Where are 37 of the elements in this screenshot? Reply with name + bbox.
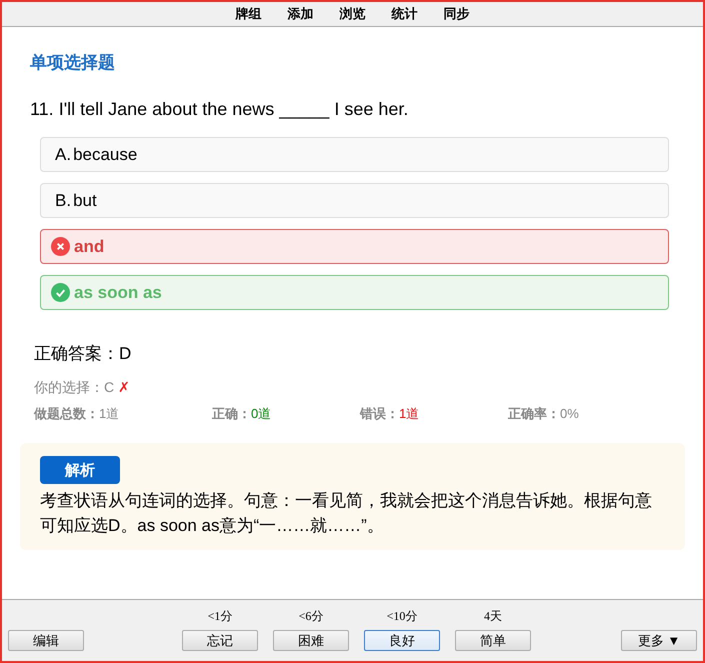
- ease-button[interactable]: 简单: [455, 630, 531, 651]
- your-choice: 你的选择：C: [34, 379, 114, 397]
- menu-item[interactable]: 牌组: [236, 5, 262, 23]
- ease-button[interactable]: 良好: [364, 630, 440, 651]
- option-text: but: [73, 190, 97, 210]
- ease-button[interactable]: 忘记: [182, 630, 258, 651]
- stat-text: 正确：0道: [212, 405, 272, 423]
- menu-item[interactable]: 浏览: [340, 5, 366, 23]
- correct-answer: 正确答案：D: [34, 343, 132, 365]
- interval-label: <10分: [386, 608, 418, 625]
- option-text: as soon as: [74, 282, 162, 302]
- edit-button[interactable]: 编辑: [8, 630, 84, 651]
- option-text: and: [74, 236, 104, 256]
- interval-label: <6分: [298, 608, 324, 625]
- interval-label: <1分: [208, 608, 232, 625]
- analysis-badge: 解析: [40, 456, 120, 484]
- stat-text: 正确率：0%: [508, 405, 580, 423]
- answer-option[interactable]: B.but: [40, 183, 669, 218]
- option-text: because: [73, 144, 138, 164]
- stat-text: 做题总数：1道: [34, 405, 120, 423]
- menu-item[interactable]: 同步: [444, 5, 470, 23]
- stat-text: 错误：1道: [360, 405, 420, 423]
- answer-option[interactable]: A.because: [40, 137, 669, 172]
- answer-option[interactable]: and: [40, 229, 669, 264]
- ease-button[interactable]: 困难: [273, 630, 349, 651]
- wrong-mark: ✗: [118, 379, 130, 397]
- option-letter: B.: [55, 190, 72, 210]
- option-letter: A.: [55, 144, 72, 164]
- more-button[interactable]: 更多 ▼: [621, 630, 697, 651]
- close-icon: [51, 237, 70, 256]
- analysis-text: 考查状语从句连词的选择。句意：一看见简，我就会把这个消息告诉她。根据句意可知应选D。as soon as意为“一……就……”。: [40, 490, 653, 537]
- interval-label: 4天: [484, 608, 502, 625]
- menu-item[interactable]: 添加: [288, 5, 314, 23]
- check-icon: [51, 283, 70, 302]
- menu-item[interactable]: 统计: [392, 5, 418, 23]
- question-text: 11. I'll tell Jane about the news _____ I see her.: [30, 99, 410, 120]
- section-title: 单项选择题: [30, 52, 116, 74]
